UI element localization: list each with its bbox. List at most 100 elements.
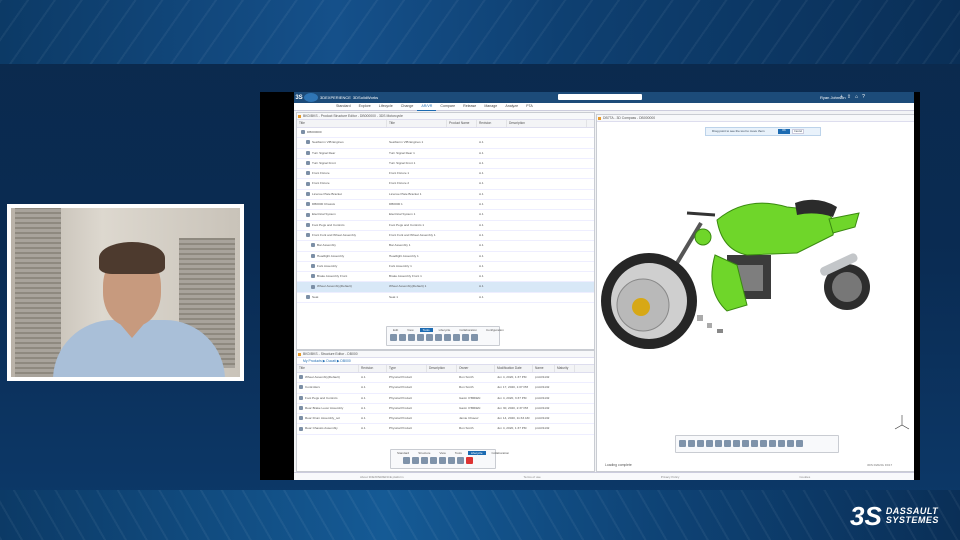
camera-icon[interactable]	[760, 440, 767, 447]
tab-change[interactable]: Change	[397, 103, 418, 110]
toolbar-tab-lifecycle[interactable]: Lifecycle	[436, 328, 454, 332]
toolbar-tab-structure[interactable]: Structure	[415, 451, 433, 455]
tab-pta[interactable]: PTA	[522, 103, 537, 110]
tab-compare[interactable]: Compare	[436, 103, 459, 110]
content-row[interactable]: Controllers A.1 Physical Product Ron Smith J…	[297, 383, 594, 394]
tree-row[interactable]: DB000000	[297, 128, 594, 139]
handlebar[interactable]	[686, 211, 716, 217]
tree-row[interactable]: Headlight Assembly Headlight Assembly 1 A.…	[297, 252, 594, 262]
compass-toggle-icon[interactable]	[787, 440, 794, 447]
content-row[interactable]: Foot Pegs and Controls A.1 Physical Produc…	[297, 394, 594, 404]
tree-row[interactable]: Front Fork and Wheel Assembly Front Fork …	[297, 231, 594, 242]
tools-icon[interactable]	[417, 334, 424, 341]
toolbar-tab-configuration[interactable]: Configuration	[483, 328, 507, 332]
exploded-part[interactable]	[717, 329, 723, 333]
column-header[interactable]: Revision	[359, 365, 387, 372]
tree-row[interactable]: Turn Signal Front Turn Signal Front 1 A.1	[297, 159, 594, 170]
wheel-hub[interactable]	[632, 298, 650, 316]
tab-ar-vr[interactable]: AR/VR	[417, 103, 437, 111]
delete-icon[interactable]	[466, 457, 473, 464]
share-icon[interactable]	[453, 334, 460, 341]
more-icon[interactable]	[471, 334, 478, 341]
tab-standard[interactable]: Standard	[332, 103, 355, 110]
tree-row[interactable]: Fork Assembly Fork Assembly 1 A.1	[297, 262, 594, 273]
tree-row[interactable]: Wheel Assembly(Default) Wheel Assembly(De…	[297, 282, 594, 293]
column-header[interactable]: Type	[387, 365, 427, 372]
workspace-label[interactable]: 3DSolidWorks	[353, 95, 378, 100]
compass-icon[interactable]	[304, 93, 318, 102]
tree-row[interactable]: Turn Signal Rear Turn Signal Rear 1 A.1	[297, 149, 594, 159]
tree-row[interactable]: Foot Pegs and Controls Foot Pegs and Cont…	[297, 221, 594, 231]
help-icon[interactable]: ?	[862, 94, 865, 100]
cube-icon[interactable]	[435, 334, 442, 341]
close-icon[interactable]	[796, 440, 803, 447]
content-row[interactable]: Wheel Assembly(Default) A.1 Physical Produ…	[297, 373, 594, 384]
tree-icon[interactable]	[430, 457, 437, 464]
toolbar-tab-collaboration[interactable]: Collaboration	[489, 451, 513, 455]
tree-row[interactable]: Front Fixture Front Fixture 1 A.1	[297, 169, 594, 180]
tab-release[interactable]: Release	[459, 103, 480, 110]
motorcycle-model[interactable]	[597, 115, 914, 471]
filter-icon[interactable]	[426, 334, 433, 341]
export-icon[interactable]	[462, 334, 469, 341]
ds-logo-icon[interactable]: 3S	[294, 95, 304, 101]
footer-link[interactable]: Terms of use	[524, 475, 541, 479]
column-header[interactable]: Name	[533, 365, 555, 372]
toolbar-tab-collaboration[interactable]: Collaboration	[456, 328, 480, 332]
exploded-part[interactable]	[707, 323, 712, 328]
content-row[interactable]: Rear Drum Assembly_sol A.1 Physical Produc…	[297, 414, 594, 425]
fit-icon[interactable]	[679, 440, 686, 447]
tree-row[interactable]: Electrical System Electrical System 1 A.1	[297, 210, 594, 221]
tree-row[interactable]: Bar Assembly Bar Assembly 1 A.1	[297, 241, 594, 252]
home-icon[interactable]: ⌂	[855, 94, 858, 100]
tree-row[interactable]: DB0000 Chassis DB0000 1 A.1	[297, 200, 594, 211]
toolbar-tab-view[interactable]: View	[404, 328, 416, 332]
pan-icon[interactable]	[688, 440, 695, 447]
column-header[interactable]: Modification Date	[495, 365, 533, 372]
column-header[interactable]: Title	[297, 365, 359, 372]
exploded-part[interactable]	[697, 315, 703, 321]
toolbar-tab-edit[interactable]: Edit	[390, 328, 401, 332]
toolbar-tab-standard[interactable]: Standard	[394, 451, 412, 455]
3d-viewer-panel[interactable]: DB7TA - 3D Compass - DB000000 Drag point…	[596, 114, 914, 472]
column-header[interactable]: Product Name	[447, 120, 477, 127]
column-header[interactable]: Title	[387, 120, 447, 127]
tree-row[interactable]: Brake Assembly Front Brake Assembly Front…	[297, 272, 594, 283]
tab-lifecycle[interactable]: Lifecycle	[375, 103, 397, 110]
column-header[interactable]: Owner	[457, 365, 495, 372]
content-row[interactable]: Rear Chassis Assembly A.1 Physical Product…	[297, 424, 594, 435]
rotate-icon[interactable]	[697, 440, 704, 447]
column-header[interactable]: Revision	[477, 120, 507, 127]
rear-rim[interactable]	[832, 272, 862, 302]
print-icon[interactable]	[403, 457, 410, 464]
tag-icon[interactable]	[408, 334, 415, 341]
tab-manage[interactable]: Manage	[480, 103, 501, 110]
tab-explore[interactable]: Explore	[355, 103, 375, 110]
share-icon[interactable]: ⇪	[847, 94, 851, 100]
column-header[interactable]: Title	[297, 120, 387, 127]
shading-icon[interactable]	[724, 440, 731, 447]
tree-row[interactable]: SeaStorm VIB Engines SeaStorm VIB Engines…	[297, 138, 594, 149]
tree-row[interactable]: Front Fixture Front Fixture 2 A.1	[297, 179, 594, 190]
zoom-icon[interactable]	[706, 440, 713, 447]
measure-icon[interactable]	[742, 440, 749, 447]
footer-link[interactable]: About 3DEXPERIENCE platform	[360, 475, 404, 479]
column-header[interactable]: Description	[427, 365, 457, 372]
add-icon[interactable]: +	[840, 94, 843, 100]
layers-icon[interactable]	[444, 334, 451, 341]
sort-icon[interactable]	[421, 457, 428, 464]
column-header[interactable]: Maturity	[555, 365, 575, 372]
split-icon[interactable]	[439, 457, 446, 464]
toolbar-tab-lifecycle[interactable]: Lifecycle	[467, 451, 486, 455]
tail-cowl[interactable]	[828, 212, 860, 234]
home-icon[interactable]	[390, 334, 397, 341]
section-icon[interactable]	[733, 440, 740, 447]
toolbar-tab-view[interactable]: View	[436, 451, 448, 455]
tree-row[interactable]: License Plate Bracket License Plate Brack…	[297, 190, 594, 201]
footer-link[interactable]: Privacy Policy	[661, 475, 680, 479]
edit-icon[interactable]	[399, 334, 406, 341]
toolbar-tab-tools[interactable]: Tools	[419, 328, 433, 332]
attach-icon[interactable]	[412, 457, 419, 464]
content-row[interactable]: Rear Brake Lever Assembly A.1 Physical Pro…	[297, 404, 594, 415]
merge-icon[interactable]	[448, 457, 455, 464]
